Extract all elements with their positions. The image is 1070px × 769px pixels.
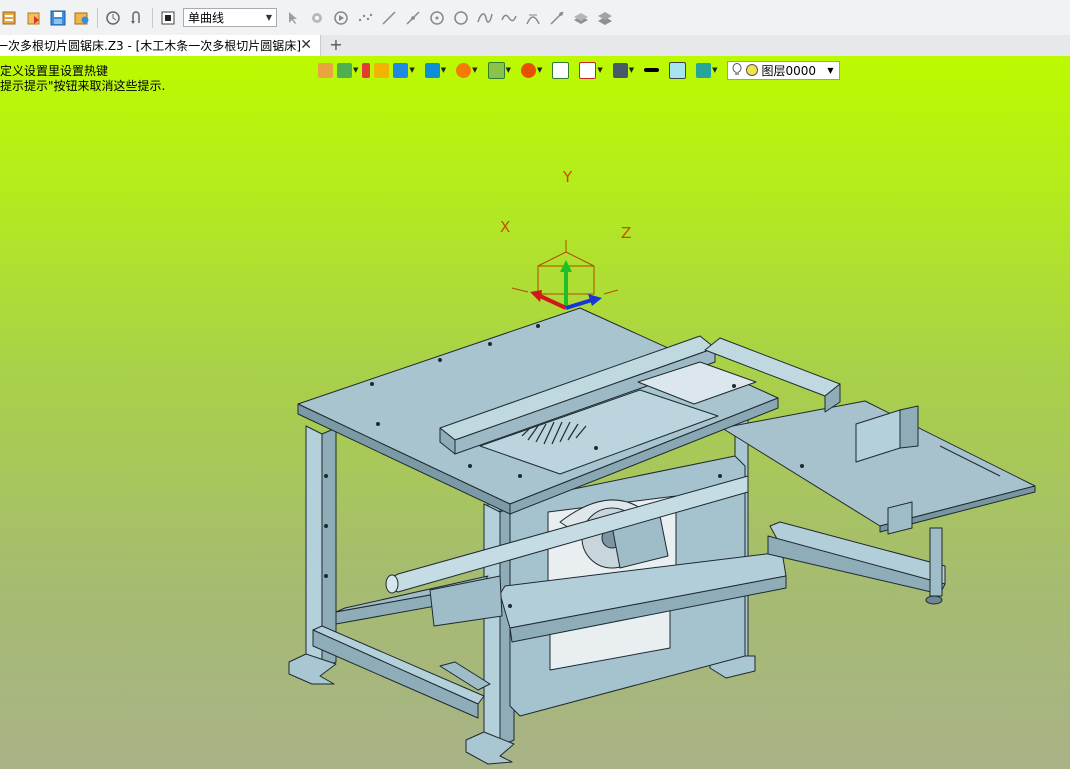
wave-icon[interactable]	[499, 8, 519, 28]
saw-table-model[interactable]	[0, 56, 1070, 769]
curve-type-dropdown[interactable]: 单曲线 ▼	[183, 8, 277, 27]
spline-icon[interactable]	[475, 8, 495, 28]
new-file-icon[interactable]	[0, 8, 20, 28]
export-icon[interactable]	[72, 8, 92, 28]
tab-active-document[interactable]: 一次多根切片圆锯床.Z3 - [木工木条一次多根切片圆锯床] ✕	[0, 35, 321, 56]
history-icon[interactable]	[103, 8, 123, 28]
line-icon[interactable]	[379, 8, 399, 28]
open-file-icon[interactable]	[24, 8, 44, 28]
curve-type-value: 单曲线	[188, 11, 225, 25]
axis-label-y: Y	[563, 168, 573, 186]
play-icon[interactable]	[331, 8, 351, 28]
model-viewport[interactable]: 定义设置里设置热键 提示提示"按钮来取消这些提示. ▼ ▼ ▼ ▼ ▼ ▼ ▼ …	[0, 56, 1070, 769]
axis-triad	[511, 240, 619, 310]
toolbar-separator	[152, 7, 153, 28]
angle-line-icon[interactable]	[403, 8, 423, 28]
toolbar-separator	[97, 7, 98, 28]
document-tab-bar: 一次多根切片圆锯床.Z3 - [木工木条一次多根切片圆锯床] ✕ +	[0, 35, 1070, 57]
arc-icon[interactable]	[523, 8, 543, 28]
main-toolbar: 单曲线 ▼	[0, 0, 1070, 36]
pick-filter-icon[interactable]	[307, 8, 327, 28]
surface-icon[interactable]	[571, 8, 591, 28]
dotted-line-icon[interactable]	[355, 8, 375, 28]
axis-label-z: Z	[621, 224, 632, 242]
axis-label-x: X	[500, 218, 511, 236]
circle-icon[interactable]	[451, 8, 471, 28]
save-file-icon[interactable]	[48, 8, 68, 28]
add-tab-button[interactable]: +	[329, 35, 343, 54]
pointer-icon[interactable]	[283, 8, 303, 28]
close-icon[interactable]: ✕	[300, 37, 312, 53]
tab-title: 一次多根切片圆锯床.Z3 - [木工木条一次多根切片圆锯床]	[0, 39, 301, 53]
undo-redo-icon[interactable]	[127, 8, 147, 28]
circle-point-icon[interactable]	[427, 8, 447, 28]
tangent-line-icon[interactable]	[547, 8, 567, 28]
stop-square-icon[interactable]	[158, 8, 178, 28]
chevron-down-icon: ▼	[265, 13, 272, 22]
surface-stack-icon[interactable]	[595, 8, 615, 28]
